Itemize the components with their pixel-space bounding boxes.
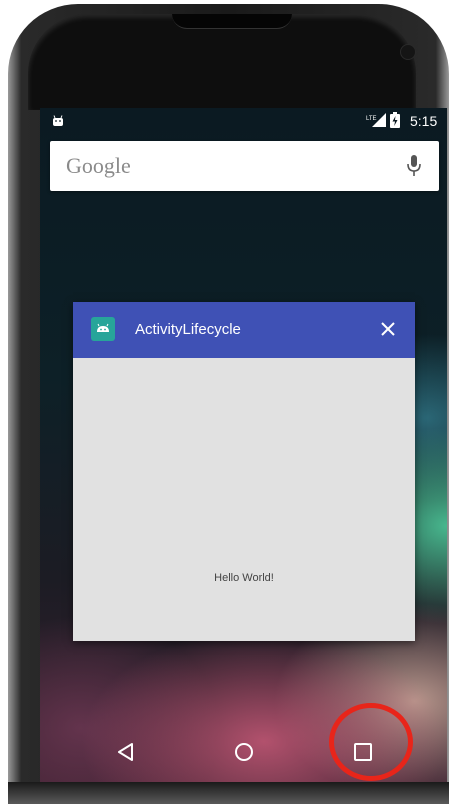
android-robot-icon [52, 114, 64, 130]
recent-app-card[interactable]: ActivityLifecycle Hello World! [73, 302, 415, 641]
home-circle-icon[interactable] [228, 736, 260, 768]
svg-text:LTE: LTE [366, 116, 377, 122]
app-launcher-icon [91, 317, 115, 341]
app-body-text: Hello World! [214, 572, 274, 584]
close-icon[interactable] [379, 320, 397, 343]
status-bar: LTE 5:15 [40, 108, 447, 134]
microphone-icon[interactable] [406, 154, 422, 183]
recent-app-title: ActivityLifecycle [135, 321, 241, 338]
google-search-bar[interactable]: Google [50, 141, 439, 191]
battery-charging-icon [390, 112, 400, 131]
home-screen: LTE 5:15 Google ActivityLifecycle Hello … [40, 108, 447, 782]
earpiece-speaker [172, 14, 292, 29]
recent-app-header: ActivityLifecycle [73, 302, 415, 358]
phone-chin [8, 782, 449, 804]
status-clock: 5:15 [410, 113, 438, 129]
front-camera [400, 44, 416, 60]
back-triangle-icon[interactable] [110, 736, 142, 768]
google-logo: Google [66, 153, 131, 178]
lte-signal-icon: LTE [366, 113, 386, 130]
highlight-circle-annotation [329, 703, 413, 781]
